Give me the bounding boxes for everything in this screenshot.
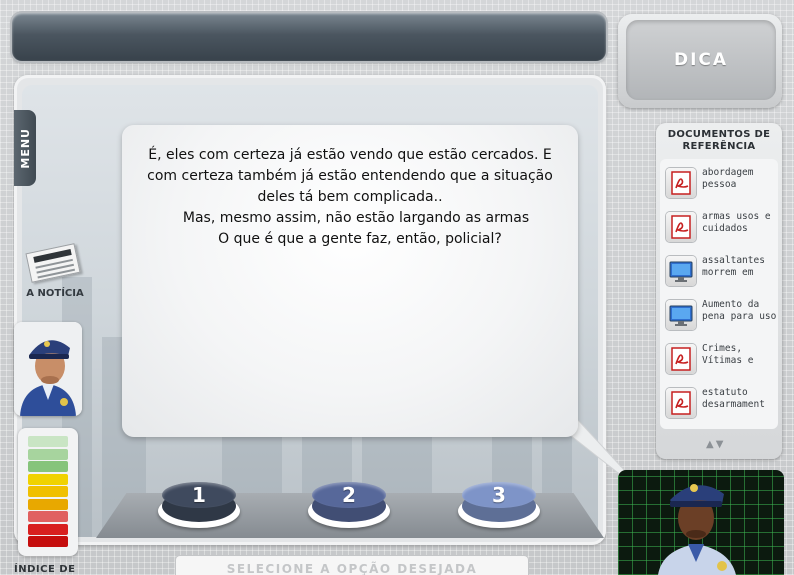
dialogue-line: O que é que a gente faz, então, policial… [218,231,502,247]
npc-officer-icon [658,484,736,575]
doc-item[interactable]: abordagem pessoa [664,163,776,203]
menu-label: MENU [18,127,32,169]
doc-item[interactable]: assaltantes morrem em [664,251,776,291]
meter-bar [28,436,68,447]
meter-bar [28,498,68,510]
doc-label: armas usos e cuidados [702,211,771,234]
doc-label: assaltantes morrem em [702,255,765,278]
doc-label: abordagem pessoa [702,167,754,190]
reference-documents-panel: DOCUMENTOS DE REFERÊNCIA abordagem pessoa… [656,123,782,459]
menu-tab[interactable]: MENU [14,110,36,186]
option-3-label: 3 [462,482,536,508]
pdf-icon [666,344,696,374]
dialogue-line: deles tá bem complicada.. [257,189,443,205]
npc-radar-panel [618,470,784,575]
police-officer-icon [14,322,82,416]
meter-bar [28,448,68,460]
newspaper-icon [25,243,81,283]
meter-bar [28,536,68,547]
noticia-button[interactable]: A NOTÍCIA [18,243,92,304]
doc-label: estatuto desarmament [702,387,765,410]
title-bar [12,13,606,61]
noticia-label: A NOTÍCIA [26,288,84,299]
docs-list: abordagem pessoa armas usos e cuidados assal… [660,159,778,429]
option-2-button[interactable]: 2 [308,482,390,530]
doc-item[interactable]: estatuto desarmament [664,383,776,423]
pdf-icon [666,388,696,418]
dialogue-line: com certeza também já estão entendendo q… [147,168,553,184]
player-avatar [14,322,82,416]
monitor-icon [666,300,696,330]
dialogue-line: É, eles com certeza já estão vendo que e… [148,147,552,163]
dialogue-text: É, eles com certeza já estão vendo que e… [140,145,560,250]
monitor-icon [666,256,696,286]
select-prompt: SELECIONE A OPÇÃO DESEJADA [176,556,528,575]
meter-bar [28,486,68,497]
meter-bar [28,461,68,472]
meter-bar [28,511,68,522]
meter-bar [28,523,68,535]
doc-item[interactable]: Crimes, Vítimas e [664,339,776,379]
docs-title: DOCUMENTOS DE REFERÊNCIA [667,129,771,152]
option-1-button[interactable]: 1 [158,482,240,530]
dica-button[interactable]: DICA [626,20,776,100]
dialogue-line: Mas, mesmo assim, não estão largando as … [182,210,530,226]
meter-bar [28,473,68,485]
doc-item[interactable]: Aumento da pena para uso [664,295,776,335]
option-3-button[interactable]: 3 [458,482,540,530]
doc-label: Aumento da pena para uso [702,299,777,322]
option-1-label: 1 [162,482,236,508]
pdf-icon [666,212,696,242]
docs-scroll-arrows[interactable]: ▲▼ [706,439,725,450]
doc-label: Crimes, Vítimas e [702,343,754,366]
option-2-label: 2 [312,482,386,508]
indice-label: ÍNDICE DE [14,564,76,575]
pdf-icon [666,168,696,198]
dialogue-bubble: É, eles com certeza já estão vendo que e… [122,125,578,437]
performance-meter [18,428,78,556]
doc-item[interactable]: armas usos e cuidados [664,207,776,247]
